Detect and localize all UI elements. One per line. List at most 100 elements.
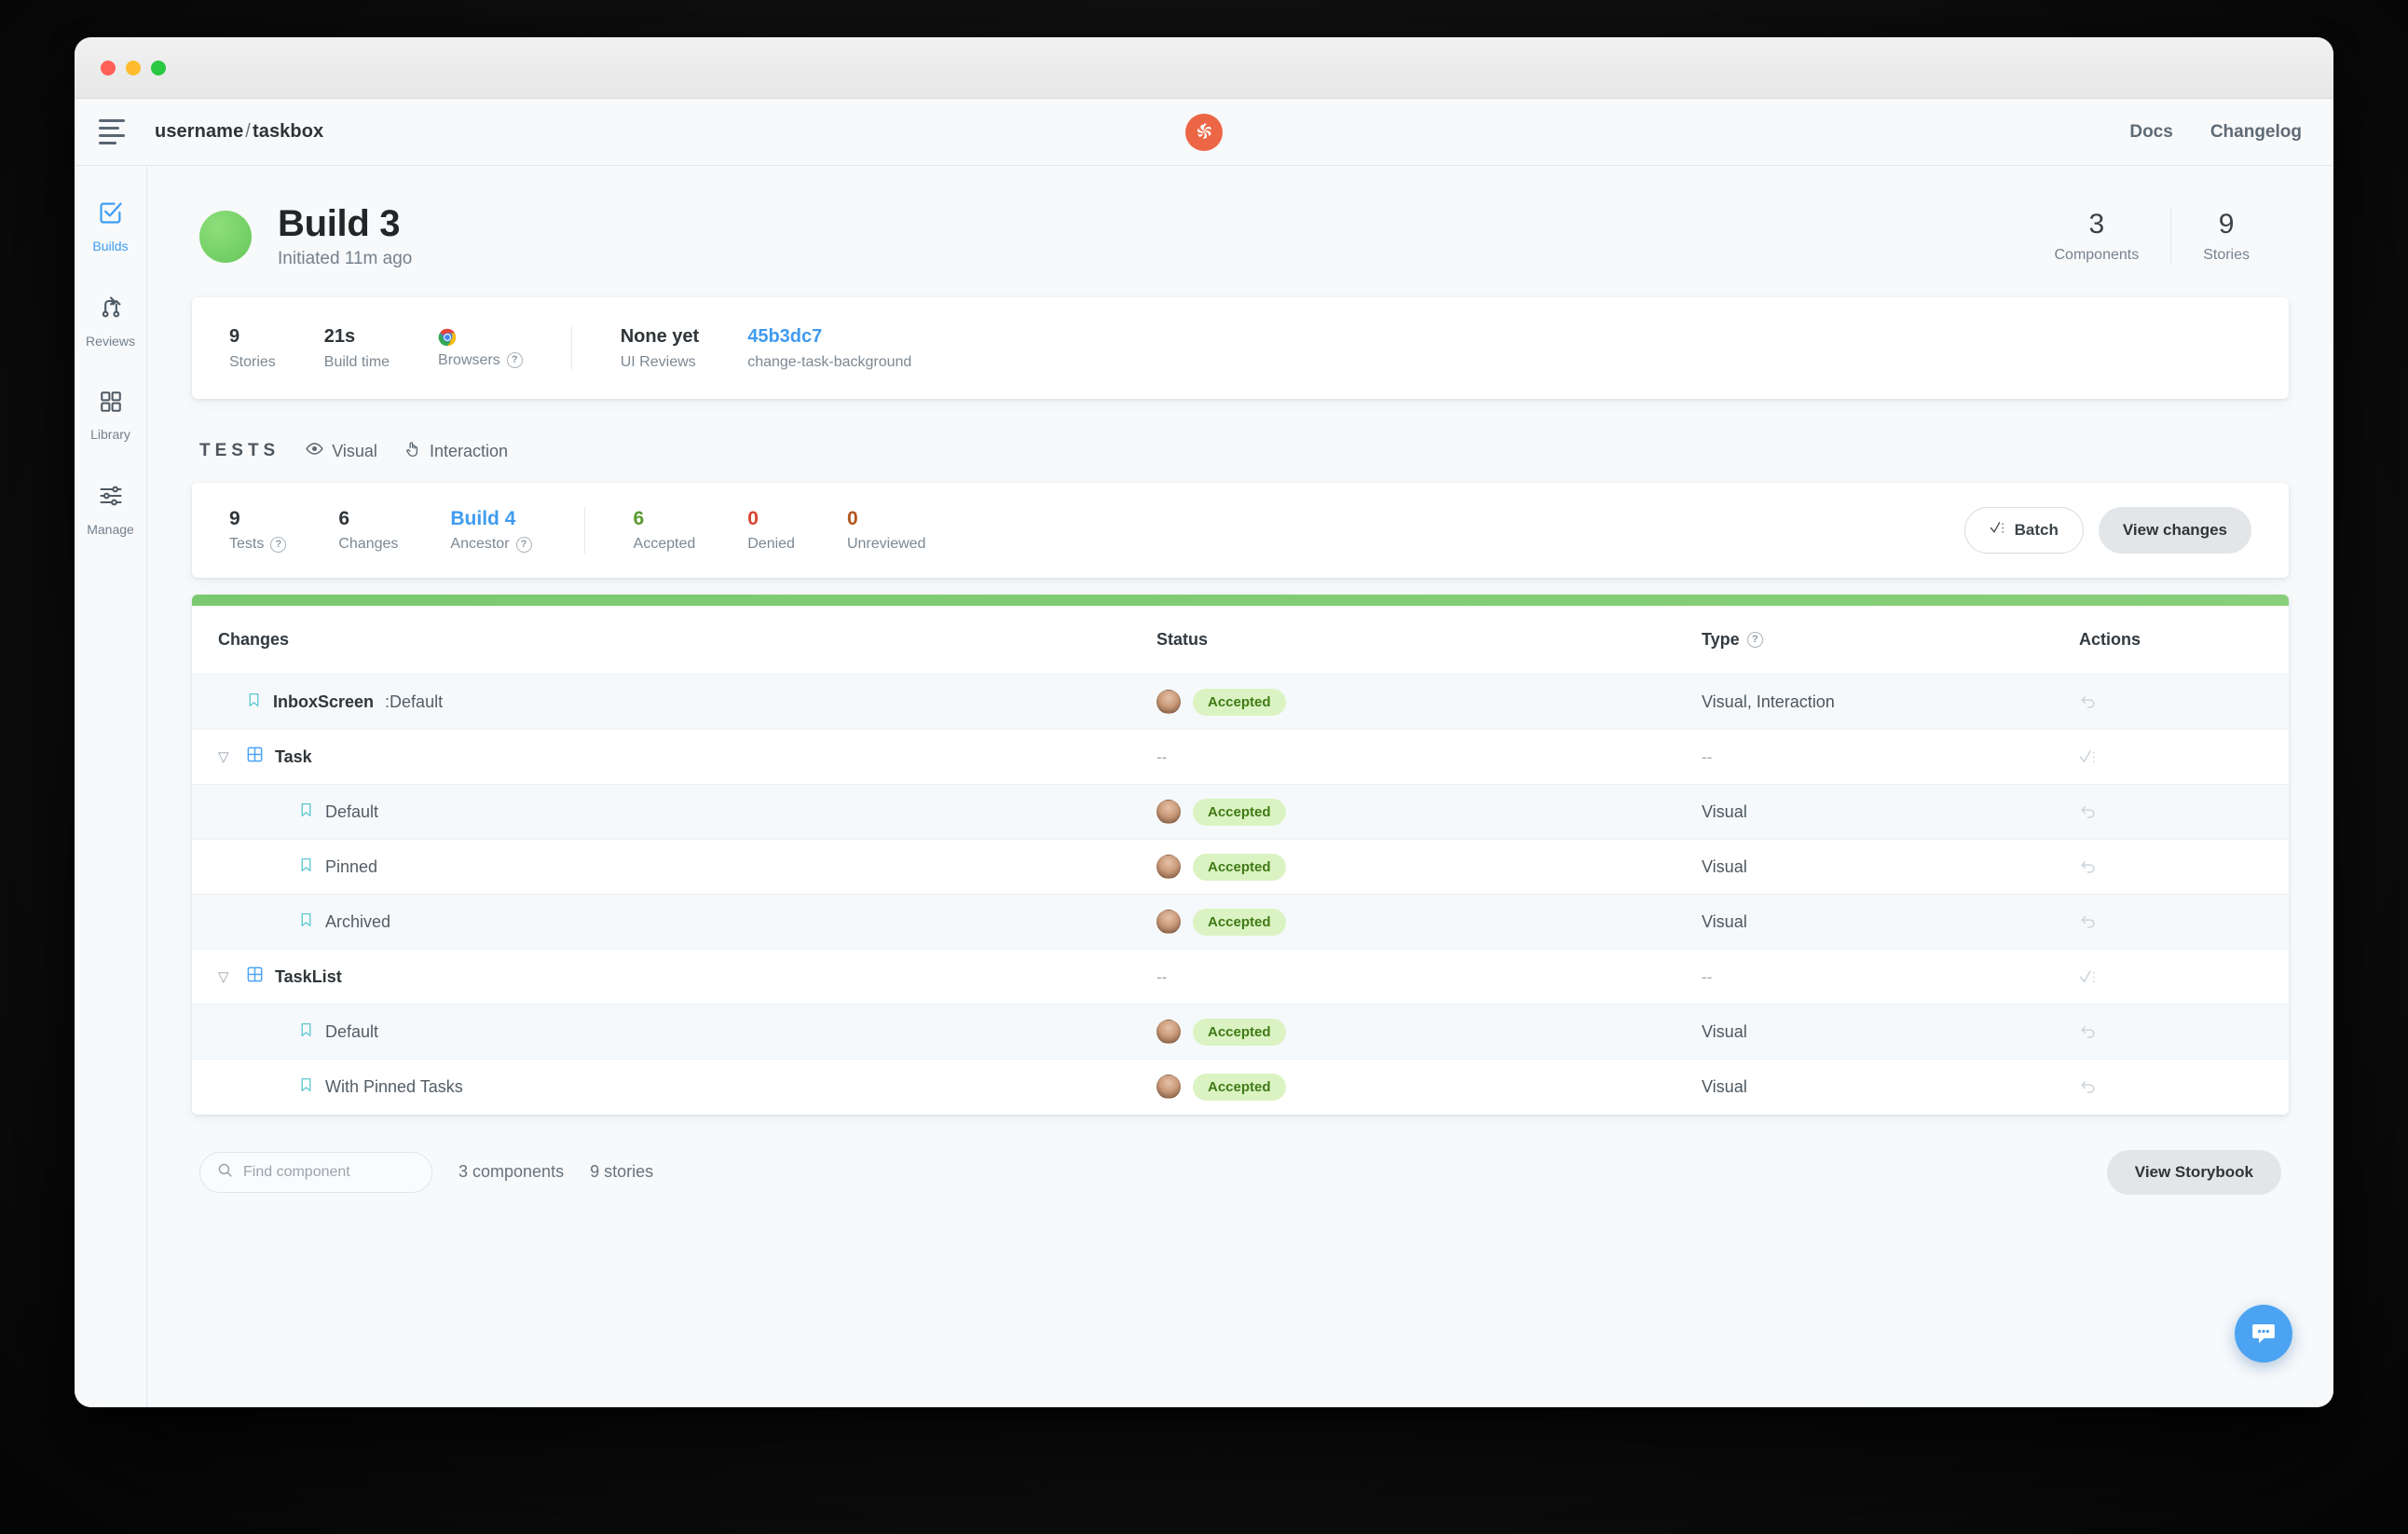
row-type-cell: Visual [1702, 839, 2079, 895]
help-icon[interactable]: ? [1746, 632, 1763, 648]
chat-bubble-icon[interactable] [2235, 1305, 2292, 1363]
changes-table-card: Changes Status Type ? Actions InboxScree… [192, 595, 2289, 1115]
table-row[interactable]: With Pinned Tasks Accepted Visual [192, 1059, 2289, 1115]
row-changes-cell[interactable]: Default [192, 784, 1156, 840]
summary-label-text: Ancestor [450, 536, 510, 552]
close-window-button[interactable] [101, 60, 116, 75]
info-build-time: 21s Build time [324, 325, 438, 371]
column-header-actions: Actions [2079, 606, 2289, 675]
summary-ancestor[interactable]: Build 4 Ancestor ? [450, 508, 583, 553]
row-status-empty: -- [1156, 967, 1168, 986]
maximize-window-button[interactable] [151, 60, 166, 75]
commit-hash-link[interactable]: 45b3dc7 [747, 325, 911, 349]
row-actions-cell[interactable] [2079, 674, 2289, 730]
changelog-link[interactable]: Changelog [2210, 122, 2302, 143]
chromatic-logo[interactable] [1185, 113, 1223, 151]
row-name: InboxScreen [273, 692, 375, 711]
sidebar-item-library[interactable]: Library [78, 390, 144, 442]
changes-table: Changes Status Type ? Actions InboxScree… [192, 606, 2289, 1115]
chevron-down-icon[interactable]: ▽ [218, 748, 235, 765]
summary-label: Ancestor ? [450, 536, 532, 553]
undo-icon[interactable] [2079, 913, 2289, 931]
help-icon[interactable]: ? [506, 352, 523, 368]
row-status-empty: -- [1156, 747, 1168, 766]
info-commit[interactable]: 45b3dc7 change-task-background [747, 325, 960, 371]
breadcrumb-project: taskbox [252, 121, 324, 142]
sidebar-item-builds[interactable]: Builds [78, 199, 144, 253]
row-actions-cell[interactable] [2079, 1059, 2289, 1115]
row-name: Task [275, 746, 312, 766]
row-actions-cell[interactable] [2079, 949, 2289, 1005]
vertical-divider [583, 507, 585, 554]
table-row[interactable]: Archived Accepted Visual [192, 894, 2289, 950]
summary-label: Tests ? [229, 536, 287, 553]
help-icon[interactable]: ? [515, 536, 532, 553]
avatar [1156, 1020, 1181, 1044]
row-changes-cell[interactable]: With Pinned Tasks [192, 1059, 1156, 1115]
summary-value: 6 [338, 508, 350, 529]
summary-changes: 6 Changes [338, 508, 450, 553]
table-row[interactable]: ▽ Task -- -- [192, 729, 2289, 785]
undo-icon[interactable] [2079, 1078, 2289, 1096]
row-status-cell: Accepted [1156, 1059, 1702, 1115]
bookmark-icon [298, 1020, 314, 1044]
undo-icon[interactable] [2079, 858, 2289, 876]
status-badge: Accepted [1193, 908, 1286, 936]
row-changes-cell[interactable]: Archived [192, 894, 1156, 950]
minimize-window-button[interactable] [126, 60, 141, 75]
undo-icon[interactable] [2079, 803, 2289, 821]
view-changes-button[interactable]: View changes [2098, 507, 2251, 554]
table-row[interactable]: InboxScreen:Default Accepted Visual, Inter… [192, 674, 2289, 730]
batch-button[interactable]: Batch [1963, 507, 2084, 554]
summary-label: Changes [338, 536, 399, 552]
view-changes-label: View changes [2122, 521, 2227, 539]
tests-heading: TESTS [199, 441, 280, 460]
avatar [1156, 800, 1181, 824]
row-changes-cell[interactable]: Default [192, 1004, 1156, 1060]
row-type-empty: -- [1702, 967, 1713, 986]
bookmark-icon [298, 801, 314, 824]
search-input[interactable] [243, 1163, 415, 1181]
ancestor-build-link[interactable]: Build 4 [450, 508, 531, 530]
batch-check-icon[interactable] [2079, 968, 2289, 986]
row-changes-cell[interactable]: ▽ Task [192, 729, 1156, 785]
row-changes-cell[interactable]: ▽ TaskList [192, 949, 1156, 1005]
batch-check-icon[interactable] [2079, 748, 2289, 766]
header-links: Docs Changelog [2129, 122, 2302, 143]
row-actions-cell[interactable] [2079, 1004, 2289, 1060]
sidebar-item-manage[interactable]: Manage [78, 483, 144, 537]
sidebar-item-reviews[interactable]: Reviews [78, 294, 144, 349]
row-actions-cell[interactable] [2079, 839, 2289, 895]
row-status-cell: Accepted [1156, 894, 1702, 950]
row-changes-cell[interactable]: Pinned [192, 839, 1156, 895]
sidebar-item-label: Library [90, 427, 130, 442]
components-count: 3 components [458, 1162, 565, 1181]
row-type-cell: Visual [1702, 1059, 2079, 1115]
row-changes-cell[interactable]: InboxScreen:Default [192, 674, 1156, 730]
table-row[interactable]: Default Accepted Visual [192, 784, 2289, 840]
summary-accepted: 6 Accepted [634, 508, 748, 553]
row-type-cell: Visual [1702, 894, 2079, 950]
summary-label: Accepted [633, 536, 696, 552]
undo-icon[interactable] [2079, 693, 2289, 711]
row-actions-cell[interactable] [2079, 894, 2289, 950]
chevron-down-icon[interactable]: ▽ [218, 968, 235, 985]
main-content: Build 3 Initiated 11m ago 3 Components 9… [147, 166, 2333, 1407]
view-storybook-button[interactable]: View Storybook [2106, 1149, 2281, 1195]
help-icon[interactable]: ? [270, 536, 287, 553]
column-header-changes: Changes [192, 606, 1156, 675]
row-actions-cell[interactable] [2079, 729, 2289, 785]
docs-link[interactable]: Docs [2129, 122, 2172, 143]
search-component-box[interactable] [199, 1151, 432, 1193]
table-row[interactable]: Pinned Accepted Visual [192, 839, 2289, 895]
row-actions-cell[interactable] [2079, 784, 2289, 840]
undo-icon[interactable] [2079, 1023, 2289, 1041]
table-row[interactable]: Default Accepted Visual [192, 1004, 2289, 1060]
table-row[interactable]: ▽ TaskList -- -- [192, 949, 2289, 1005]
tab-visual[interactable]: Visual [306, 440, 377, 462]
hamburger-icon[interactable] [99, 118, 130, 146]
breadcrumb[interactable]: username / taskbox [155, 121, 323, 143]
avatar [1156, 690, 1181, 714]
component-grid-icon [246, 746, 264, 768]
tab-interaction[interactable]: Interaction [404, 440, 508, 462]
